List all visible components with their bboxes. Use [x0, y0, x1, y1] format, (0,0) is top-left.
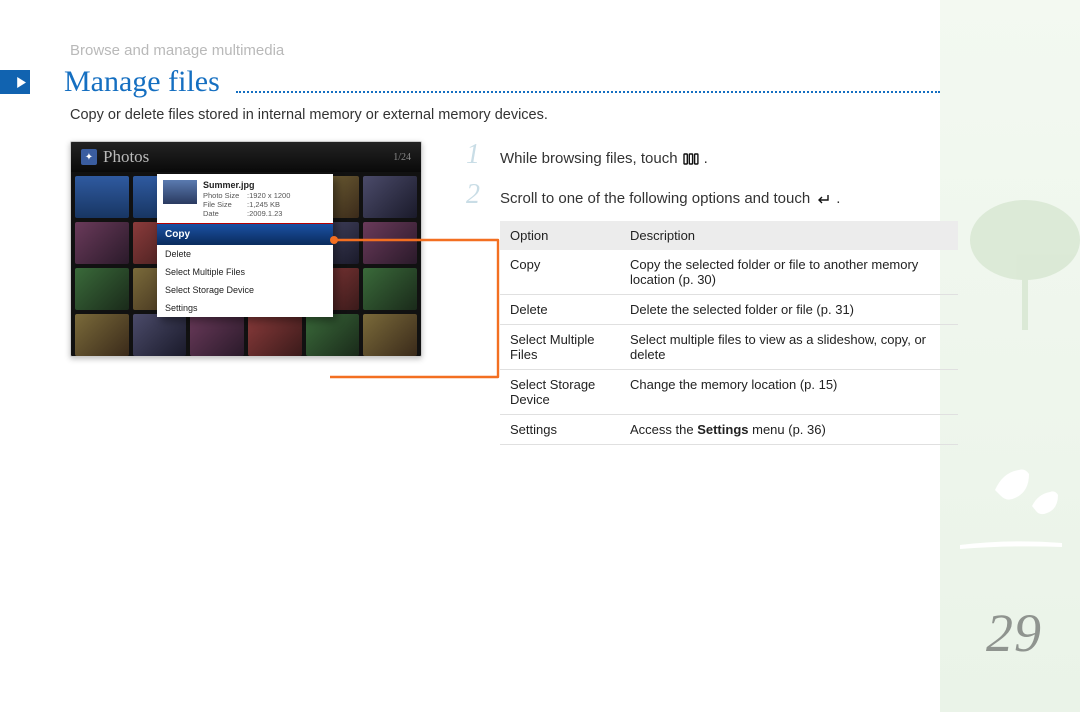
page-title: Manage files: [64, 65, 220, 99]
title-chip-icon: [0, 70, 30, 94]
screenshot-header: Photos 1/24: [71, 142, 421, 172]
step-2-text: Scroll to one of the following options a…: [500, 190, 810, 207]
table-header-description: Description: [620, 221, 958, 250]
context-popup: Summer.jpg Photo Size: 1920 x 1200 File …: [157, 174, 333, 317]
step-1-text: While browsing files, touch: [500, 150, 678, 167]
page-content: Browse and manage multimedia Manage file…: [0, 0, 940, 445]
margin-sidebar: 29: [940, 0, 1080, 712]
breadcrumb: Browse and manage multimedia: [0, 42, 940, 59]
table-header-option: Option: [500, 221, 620, 250]
table-row: Select Multiple Files Select multiple fi…: [500, 325, 958, 370]
step-number-1: 1: [466, 141, 488, 169]
step-number-2: 2: [466, 181, 488, 209]
step-1: 1 While browsing files, touch .: [466, 141, 924, 169]
options-table: Option Description Copy Copy the selecte…: [500, 221, 958, 445]
screenshot-counter: 1/24: [393, 152, 411, 163]
menu-key-icon: [682, 152, 700, 166]
instructions: 1 While browsing files, touch . 2 Scroll…: [466, 141, 940, 445]
popup-file-info: Summer.jpg Photo Size: 1920 x 1200 File …: [157, 174, 333, 224]
popup-filename: Summer.jpg: [203, 180, 290, 190]
popup-thumbnail: [163, 180, 197, 204]
title-dotted-rule: [236, 91, 940, 93]
popup-item-copy[interactable]: Copy: [157, 224, 333, 245]
popup-item-settings[interactable]: Settings: [157, 299, 333, 317]
popup-item-select-storage[interactable]: Select Storage Device: [157, 281, 333, 299]
table-row: Copy Copy the selected folder or file to…: [500, 250, 958, 295]
popup-item-select-multiple[interactable]: Select Multiple Files: [157, 263, 333, 281]
photos-app-icon: [81, 149, 97, 165]
table-row: Settings Access the Settings menu (p. 36…: [500, 415, 958, 445]
page-number: 29: [986, 602, 1042, 664]
example-screenshot: Photos 1/24 Summer.jpg: [70, 141, 422, 445]
title-row: Manage files: [0, 65, 940, 99]
step-2: 2 Scroll to one of the following options…: [466, 181, 924, 209]
enter-key-icon: [814, 192, 832, 206]
table-row: Select Storage Device Change the memory …: [500, 370, 958, 415]
screenshot-title: Photos: [103, 147, 149, 167]
intro-text: Copy or delete files stored in internal …: [0, 107, 940, 123]
table-row: Delete Delete the selected folder or fil…: [500, 295, 958, 325]
popup-item-delete[interactable]: Delete: [157, 245, 333, 263]
